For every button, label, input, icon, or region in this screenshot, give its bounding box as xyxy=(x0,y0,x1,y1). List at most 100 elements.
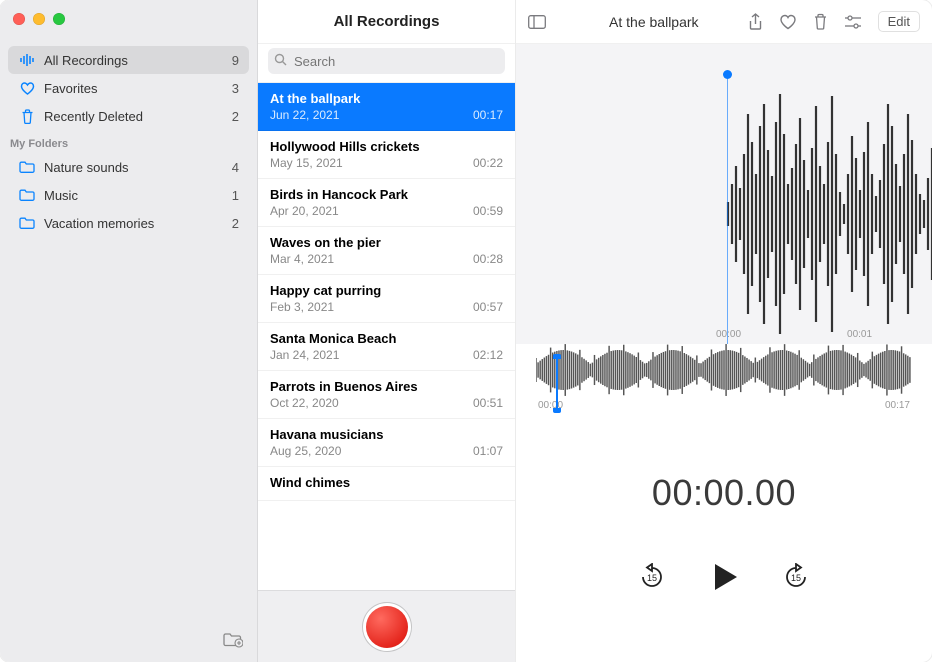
detail-pane: At the ballpark Edit xyxy=(516,0,932,662)
zoom-window-button[interactable] xyxy=(53,13,65,25)
svg-text:15: 15 xyxy=(791,573,801,583)
sidebar-item-count: 4 xyxy=(232,160,239,175)
recording-item[interactable]: Wind chimes xyxy=(258,467,515,501)
sidebar-item-count: 3 xyxy=(232,81,239,96)
sidebar-item[interactable]: All Recordings9 xyxy=(8,46,249,74)
waveform-zoom[interactable]: 00:00 00:01 00:02 xyxy=(516,44,932,344)
folder-icon xyxy=(18,186,36,204)
recording-item-duration: 00:59 xyxy=(473,204,503,218)
overview-end: 00:17 xyxy=(885,400,910,411)
options-icon[interactable] xyxy=(844,15,862,29)
record-button[interactable] xyxy=(366,606,408,648)
recording-title: At the ballpark xyxy=(560,14,748,30)
recording-item-title: Santa Monica Beach xyxy=(270,331,503,346)
recording-item[interactable]: Parrots in Buenos Aires Oct 22, 2020 00:51 xyxy=(258,371,515,419)
recording-item[interactable]: Hollywood Hills crickets May 15, 2021 00:2… xyxy=(258,131,515,179)
close-window-button[interactable] xyxy=(13,13,25,25)
skip-forward-button[interactable]: 15 xyxy=(783,563,809,591)
recording-item-date: Aug 25, 2020 xyxy=(270,444,341,458)
sidebar-item-label: Favorites xyxy=(44,81,232,96)
timecode-display: 00:00.00 xyxy=(516,472,932,514)
edit-button[interactable]: Edit xyxy=(878,11,920,32)
recording-item-duration: 00:51 xyxy=(473,396,503,410)
sidebar-item-count: 2 xyxy=(232,216,239,231)
recording-item-title: Birds in Hancock Park xyxy=(270,187,503,202)
search-container xyxy=(258,44,515,83)
waveform-overview[interactable]: 00:00 00:17 xyxy=(536,344,912,444)
folder-icon xyxy=(18,158,36,176)
recording-item-date: Mar 4, 2021 xyxy=(270,252,334,266)
recording-item-duration: 01:07 xyxy=(473,444,503,458)
recording-item-duration: 00:17 xyxy=(473,108,503,122)
zoom-tick: 00:01 xyxy=(847,329,872,340)
share-icon[interactable] xyxy=(748,13,763,31)
recordings-header: All Recordings xyxy=(258,0,515,44)
toggle-sidebar-icon[interactable] xyxy=(528,15,546,29)
recording-item-title: Hollywood Hills crickets xyxy=(270,139,503,154)
recording-item[interactable]: Waves on the pier Mar 4, 2021 00:28 xyxy=(258,227,515,275)
toolbar: At the ballpark Edit xyxy=(516,0,932,44)
my-folders-heading: My Folders xyxy=(0,130,257,153)
sidebar-item-label: Vacation memories xyxy=(44,216,232,231)
sidebar: All Recordings9Favorites3Recently Delete… xyxy=(0,0,258,662)
recording-item[interactable]: Santa Monica Beach Jan 24, 2021 02:12 xyxy=(258,323,515,371)
recording-item-duration: 00:57 xyxy=(473,300,503,314)
delete-icon[interactable] xyxy=(813,13,828,30)
sidebar-item-label: All Recordings xyxy=(44,53,232,68)
skip-back-button[interactable]: 15 xyxy=(639,563,665,591)
app-window: All Recordings9Favorites3Recently Delete… xyxy=(0,0,932,662)
sidebar-item[interactable]: Recently Deleted2 xyxy=(8,102,249,130)
sidebar-item-count: 9 xyxy=(232,53,239,68)
favorite-icon[interactable] xyxy=(779,14,797,30)
recording-item[interactable]: Birds in Hancock Park Apr 20, 2021 00:59 xyxy=(258,179,515,227)
waveform-zoom-graphic xyxy=(716,74,932,344)
sidebar-item-label: Nature sounds xyxy=(44,160,232,175)
recording-item-date: Jan 24, 2021 xyxy=(270,348,339,362)
recording-item-title: Happy cat purring xyxy=(270,283,503,298)
sidebar-item-count: 2 xyxy=(232,109,239,124)
sidebar-item[interactable]: Favorites3 xyxy=(8,74,249,102)
sidebar-item-count: 1 xyxy=(232,188,239,203)
recording-item[interactable]: Havana musicians Aug 25, 2020 01:07 xyxy=(258,419,515,467)
search-input[interactable] xyxy=(268,48,505,74)
play-button[interactable] xyxy=(707,560,741,594)
recordings-column: All Recordings At the ballpark Jun 22, 20… xyxy=(258,0,516,662)
wave-icon xyxy=(18,51,36,69)
recording-item-duration: 00:28 xyxy=(473,252,503,266)
recording-item[interactable]: Happy cat purring Feb 3, 2021 00:57 xyxy=(258,275,515,323)
recording-item-title: At the ballpark xyxy=(270,91,503,106)
sidebar-item[interactable]: Nature sounds4 xyxy=(8,153,249,181)
sidebar-item[interactable]: Vacation memories2 xyxy=(8,209,249,237)
svg-text:15: 15 xyxy=(647,573,657,583)
playhead-mini[interactable] xyxy=(556,356,558,411)
playhead[interactable] xyxy=(726,70,728,344)
recording-item-title: Parrots in Buenos Aires xyxy=(270,379,503,394)
recording-item-duration: 00:22 xyxy=(473,156,503,170)
zoom-tick: 00:00 xyxy=(716,329,741,340)
new-folder-icon[interactable] xyxy=(223,632,243,653)
window-controls xyxy=(13,13,65,25)
recording-item-title: Waves on the pier xyxy=(270,235,503,250)
sidebar-item[interactable]: Music1 xyxy=(8,181,249,209)
recordings-list: At the ballpark Jun 22, 2021 00:17 Hollywoo… xyxy=(258,83,515,590)
folder-icon xyxy=(18,214,36,232)
waveform-overview-graphic xyxy=(536,344,912,396)
recording-item-title: Wind chimes xyxy=(270,475,503,490)
record-footer xyxy=(258,590,515,662)
trash-icon xyxy=(18,107,36,125)
minimize-window-button[interactable] xyxy=(33,13,45,25)
heart-icon xyxy=(18,79,36,97)
zoom-time-ruler: 00:00 00:01 00:02 xyxy=(716,329,932,340)
recording-item-duration: 02:12 xyxy=(473,348,503,362)
recording-item-date: May 15, 2021 xyxy=(270,156,343,170)
recording-item-date: Apr 20, 2021 xyxy=(270,204,339,218)
playback-controls: 15 15 xyxy=(516,560,932,594)
recording-item-date: Jun 22, 2021 xyxy=(270,108,339,122)
sidebar-item-label: Recently Deleted xyxy=(44,109,232,124)
recording-item-date: Oct 22, 2020 xyxy=(270,396,339,410)
sidebar-footer xyxy=(0,622,257,662)
sidebar-item-label: Music xyxy=(44,188,232,203)
recording-item-title: Havana musicians xyxy=(270,427,503,442)
recording-item-date: Feb 3, 2021 xyxy=(270,300,334,314)
recording-item[interactable]: At the ballpark Jun 22, 2021 00:17 xyxy=(258,83,515,131)
